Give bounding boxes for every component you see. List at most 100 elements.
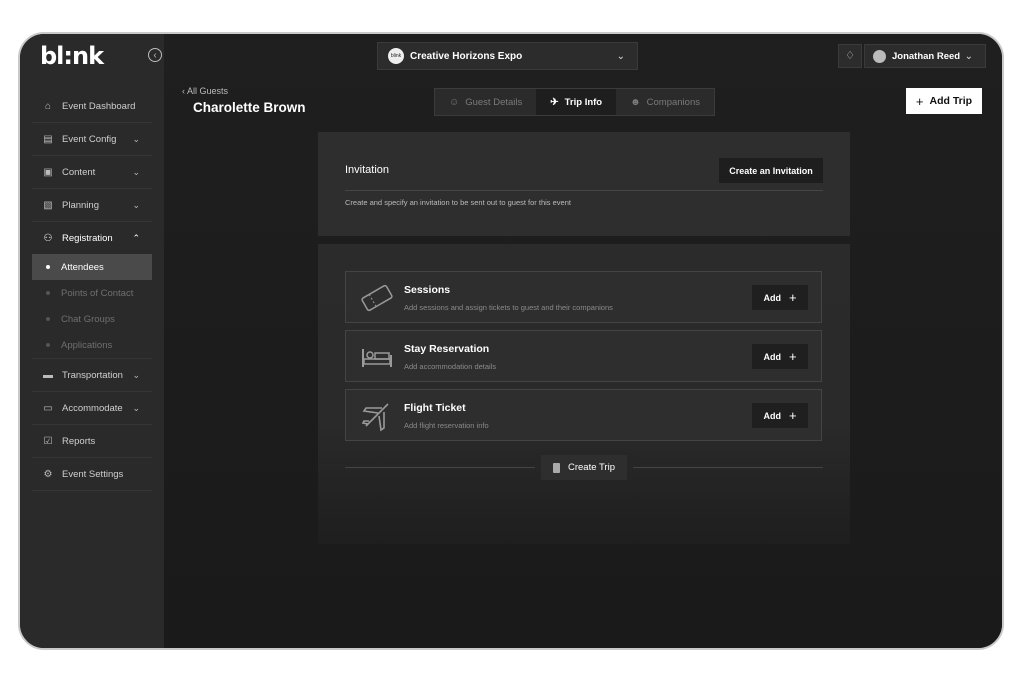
add-label: Add xyxy=(763,410,781,421)
sidebar-item-content[interactable]: ▣ Content ⌄ xyxy=(32,156,152,189)
sidebar-item-label: Planning xyxy=(62,199,99,211)
avatar xyxy=(873,49,886,63)
reports-icon: ☑ xyxy=(43,435,53,447)
group-icon: ☻ xyxy=(630,96,641,108)
sidebar-item-registration[interactable]: ⚇ Registration ⌃ xyxy=(32,222,152,254)
tab-label: Companions xyxy=(646,96,700,108)
sessions-row: Sessions Add sessions and assign tickets… xyxy=(345,271,822,323)
chevron-down-icon: ⌄ xyxy=(132,166,140,177)
divider xyxy=(633,467,823,468)
home-icon: ⌂ xyxy=(44,100,52,112)
section-title: Sessions xyxy=(404,284,451,296)
sidebar-subitem-label: Chat Groups xyxy=(61,313,115,325)
tab-label: Trip Info xyxy=(564,96,603,108)
bullet-icon xyxy=(46,343,50,347)
chevron-down-icon: ⌄ xyxy=(132,199,140,210)
add-trip-button[interactable]: + Add Trip xyxy=(906,88,982,114)
people-icon: ⚇ xyxy=(43,232,53,244)
section-title: Stay Reservation xyxy=(404,343,490,355)
content-icon: ▣ xyxy=(43,166,53,178)
bullet-icon xyxy=(46,265,50,269)
sidebar-item-label: Accommodate xyxy=(62,402,123,414)
add-sessions-button[interactable]: Add + xyxy=(752,285,808,310)
bullet-icon xyxy=(46,317,50,321)
add-trip-label: Add Trip xyxy=(929,95,973,107)
gear-icon: ⚙ xyxy=(43,468,53,480)
user-name: Jonathan Reed xyxy=(892,50,961,62)
sidebar-item-label: Registration xyxy=(62,232,113,244)
sidebar-subitem-chat-groups[interactable]: Chat Groups xyxy=(32,306,152,332)
tab-bar: ☺ Guest Details ✈ Trip Info ☻ Companions xyxy=(434,88,715,116)
sidebar: bl:nk ‹ ⌂ Event Dashboard ▤ Event Config… xyxy=(20,34,164,648)
chevron-down-icon: ⌄ xyxy=(132,369,140,380)
sidebar-item-label: Transportation xyxy=(62,369,123,381)
bell-icon[interactable]: ♢ xyxy=(838,44,862,68)
back-link[interactable]: ‹ All Guests xyxy=(182,86,228,96)
luggage-icon xyxy=(553,462,560,473)
section-title: Flight Ticket xyxy=(404,402,466,414)
sidebar-item-label: Event Config xyxy=(62,133,117,145)
section-description: Add sessions and assign tickets to guest… xyxy=(404,303,613,312)
tab-label: Guest Details xyxy=(465,96,523,108)
chevron-down-icon: ⌄ xyxy=(132,133,140,144)
car-icon: ▬ xyxy=(43,369,53,381)
top-bar: blink Creative Horizons Expo ⌄ ♢ Jonatha… xyxy=(164,34,1002,78)
plus-icon: + xyxy=(788,290,797,305)
create-invitation-button[interactable]: Create an Invitation xyxy=(719,158,823,183)
sidebar-item-transportation[interactable]: ▬ Transportation ⌄ xyxy=(32,359,152,392)
sidebar-item-event-dashboard[interactable]: ⌂ Event Dashboard xyxy=(32,90,152,123)
sidebar-item-event-config[interactable]: ▤ Event Config ⌄ xyxy=(32,123,152,156)
page-title: Charolette Brown xyxy=(193,100,306,115)
plus-icon: + xyxy=(915,93,924,109)
event-name: Creative Horizons Expo xyxy=(410,50,523,62)
invitation-description: Create and specify an invitation to be s… xyxy=(345,198,571,207)
bed-icon: ▭ xyxy=(43,402,53,414)
add-label: Add xyxy=(763,292,781,303)
chevron-up-icon: ⌃ xyxy=(132,232,140,243)
create-trip-button[interactable]: Create Trip xyxy=(541,455,627,480)
stay-reservation-row: Stay Reservation Add accommodation detai… xyxy=(345,330,822,382)
bullet-icon xyxy=(46,291,50,295)
user-menu[interactable]: Jonathan Reed ⌄ xyxy=(864,44,986,68)
person-icon: ☺ xyxy=(449,96,460,108)
blink-logo: bl:nk xyxy=(40,42,104,70)
create-trip-label: Create Trip xyxy=(568,462,615,473)
divider xyxy=(345,190,823,191)
airplane-icon xyxy=(361,403,389,432)
tab-trip-info[interactable]: ✈ Trip Info xyxy=(536,89,617,115)
planning-icon: ▧ xyxy=(43,199,53,211)
add-label: Add xyxy=(763,351,781,362)
invitation-title: Invitation xyxy=(345,164,390,176)
tab-guest-details[interactable]: ☺ Guest Details xyxy=(435,89,537,115)
tab-companions[interactable]: ☻ Companions xyxy=(616,89,714,115)
sidebar-item-label: Event Settings xyxy=(62,468,124,480)
sidebar-item-accommodate[interactable]: ▭ Accommodate ⌄ xyxy=(32,392,152,425)
airplane-icon: ✈ xyxy=(550,96,559,108)
sidebar-subitem-label: Points of Contact xyxy=(61,287,134,299)
collapse-sidebar-icon[interactable]: ‹ xyxy=(148,48,162,62)
chevron-left-icon: ‹ xyxy=(182,86,185,96)
app-window: bl:nk ‹ ⌂ Event Dashboard ▤ Event Config… xyxy=(18,32,1004,650)
sidebar-subitem-applications[interactable]: Applications xyxy=(32,332,152,359)
sidebar-item-label: Content xyxy=(62,166,96,178)
sidebar-item-reports[interactable]: ☑ Reports xyxy=(32,425,152,458)
sidebar-item-event-settings[interactable]: ⚙ Event Settings xyxy=(32,458,152,491)
calendar-settings-icon: ▤ xyxy=(43,133,53,145)
plus-icon: + xyxy=(788,408,797,423)
main-content: blink Creative Horizons Expo ⌄ ♢ Jonatha… xyxy=(164,34,1002,648)
sidebar-subitem-label: Applications xyxy=(61,339,113,351)
trip-card: Sessions Add sessions and assign tickets… xyxy=(318,244,850,544)
flight-ticket-row: Flight Ticket Add flight reservation inf… xyxy=(345,389,822,441)
event-selector[interactable]: blink Creative Horizons Expo ⌄ xyxy=(377,42,638,70)
add-stay-button[interactable]: Add + xyxy=(752,344,808,369)
invitation-card: Invitation Create an Invitation Create a… xyxy=(318,132,850,236)
sidebar-subitem-points-of-contact[interactable]: Points of Contact xyxy=(32,280,152,306)
add-flight-button[interactable]: Add + xyxy=(752,403,808,428)
sidebar-subitem-attendees[interactable]: Attendees xyxy=(32,254,152,280)
sidebar-item-planning[interactable]: ▧ Planning ⌄ xyxy=(32,189,152,222)
sidebar-item-label: Reports xyxy=(62,435,96,447)
plus-icon: + xyxy=(788,349,797,364)
ticket-icon xyxy=(361,284,393,312)
chevron-down-icon: ⌄ xyxy=(132,402,140,413)
divider xyxy=(345,467,535,468)
